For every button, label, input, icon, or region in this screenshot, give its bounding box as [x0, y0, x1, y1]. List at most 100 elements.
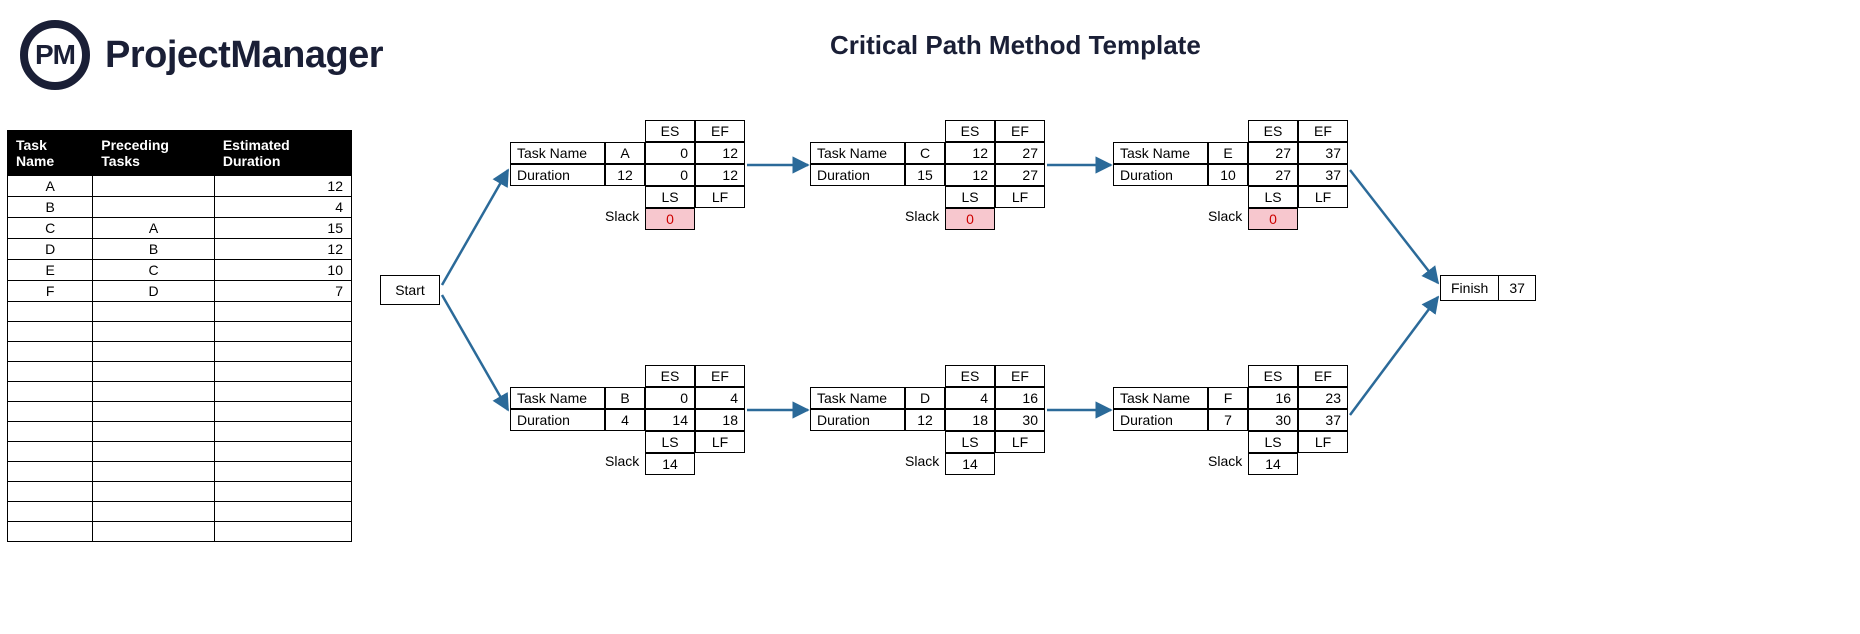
duration-label: Duration: [1113, 164, 1208, 186]
es-header: ES: [1248, 120, 1298, 142]
cpm-diagram: Start Finish 37 ESEFTask NameA012Duratio…: [380, 120, 1840, 600]
cell-task: A: [8, 176, 93, 197]
ef-header: EF: [995, 365, 1045, 387]
duration-value: 12: [905, 409, 945, 431]
table-row-blank: [8, 362, 352, 382]
ls-header: LS: [645, 431, 695, 453]
slack-label: Slack: [605, 208, 645, 230]
cell-pred: [93, 197, 215, 218]
ls-header: LS: [945, 186, 995, 208]
duration-value: 7: [1208, 409, 1248, 431]
cell-task: D: [8, 239, 93, 260]
task-table: Task Name Preceding Tasks Estimated Dura…: [7, 130, 352, 542]
slack-label: Slack: [905, 208, 945, 230]
brand-name: ProjectManager: [105, 34, 383, 77]
page-title: Critical Path Method Template: [830, 30, 1201, 61]
duration-label: Duration: [1113, 409, 1208, 431]
duration-label: Duration: [510, 164, 605, 186]
lf-value: 37: [1298, 409, 1348, 431]
ef-value: 23: [1298, 387, 1348, 409]
start-node: Start: [380, 275, 440, 305]
task-node-b: ESEFTask NameB04Duration41418LSLFSlack14: [510, 365, 745, 475]
duration-label: Duration: [810, 164, 905, 186]
cell-dur: 10: [214, 260, 351, 281]
duration-value: 15: [905, 164, 945, 186]
es-value: 0: [645, 142, 695, 164]
lf-value: 27: [995, 164, 1045, 186]
task-node-f: ESEFTask NameF1623Duration73037LSLFSlack…: [1113, 365, 1348, 475]
ef-header: EF: [1298, 120, 1348, 142]
es-value: 12: [945, 142, 995, 164]
table-row-blank: [8, 342, 352, 362]
ls-header: LS: [1248, 431, 1298, 453]
ls-header: LS: [1248, 186, 1298, 208]
finish-value: 37: [1499, 275, 1536, 301]
duration-value: 10: [1208, 164, 1248, 186]
task-id: F: [1208, 387, 1248, 409]
finish-node: Finish 37: [1440, 275, 1536, 301]
cell-dur: 12: [214, 239, 351, 260]
col-duration: Estimated Duration: [214, 131, 351, 176]
lf-value: 37: [1298, 164, 1348, 186]
cell-task: C: [8, 218, 93, 239]
cell-dur: 12: [214, 176, 351, 197]
es-value: 0: [645, 387, 695, 409]
lf-header: LF: [1298, 431, 1348, 453]
es-header: ES: [645, 120, 695, 142]
task-id: E: [1208, 142, 1248, 164]
table-row: EC10: [8, 260, 352, 281]
task-name-label: Task Name: [1113, 387, 1208, 409]
table-row-blank: [8, 442, 352, 462]
table-row-blank: [8, 322, 352, 342]
cell-task: F: [8, 281, 93, 302]
ls-header: LS: [645, 186, 695, 208]
ls-value: 12: [945, 164, 995, 186]
cell-task: B: [8, 197, 93, 218]
lf-value: 18: [695, 409, 745, 431]
ef-value: 12: [695, 142, 745, 164]
slack-value: 0: [945, 208, 995, 230]
ls-value: 18: [945, 409, 995, 431]
duration-label: Duration: [510, 409, 605, 431]
slack-label: Slack: [605, 453, 645, 475]
ef-value: 4: [695, 387, 745, 409]
slack-label: Slack: [1208, 453, 1248, 475]
cell-pred: D: [93, 281, 215, 302]
col-preceding: Preceding Tasks: [93, 131, 215, 176]
table-row-blank: [8, 502, 352, 522]
duration-value: 12: [605, 164, 645, 186]
task-name-label: Task Name: [810, 387, 905, 409]
ef-header: EF: [695, 365, 745, 387]
es-value: 4: [945, 387, 995, 409]
task-name-label: Task Name: [510, 387, 605, 409]
task-node-c: ESEFTask NameC1227Duration151227LSLFSlac…: [810, 120, 1045, 230]
table-row-blank: [8, 482, 352, 502]
slack-label: Slack: [1208, 208, 1248, 230]
es-header: ES: [945, 120, 995, 142]
ls-value: 14: [645, 409, 695, 431]
table-row-blank: [8, 382, 352, 402]
es-header: ES: [645, 365, 695, 387]
table-row: A 12: [8, 176, 352, 197]
cell-dur: 15: [214, 218, 351, 239]
task-name-label: Task Name: [510, 142, 605, 164]
task-node-d: ESEFTask NameD416Duration121830LSLFSlack…: [810, 365, 1045, 475]
ef-header: EF: [995, 120, 1045, 142]
table-row-blank: [8, 402, 352, 422]
table-row: FD7: [8, 281, 352, 302]
cell-pred: A: [93, 218, 215, 239]
slack-value: 0: [1248, 208, 1298, 230]
ls-header: LS: [945, 431, 995, 453]
task-name-label: Task Name: [1113, 142, 1208, 164]
table-row-blank: [8, 302, 352, 322]
logo-icon: PM: [20, 20, 90, 90]
es-value: 27: [1248, 142, 1298, 164]
task-id: B: [605, 387, 645, 409]
table-row-blank: [8, 422, 352, 442]
ef-header: EF: [1298, 365, 1348, 387]
slack-value: 14: [945, 453, 995, 475]
task-node-a: ESEFTask NameA012Duration12012LSLFSlack0: [510, 120, 745, 230]
cell-dur: 4: [214, 197, 351, 218]
lf-header: LF: [1298, 186, 1348, 208]
table-row-blank: [8, 522, 352, 542]
